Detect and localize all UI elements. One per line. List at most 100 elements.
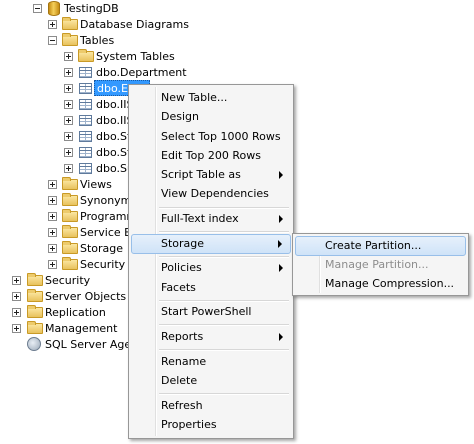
table-icon <box>79 115 92 126</box>
folder-icon <box>62 177 78 190</box>
menu-item-new-table[interactable]: New Table... <box>131 88 291 108</box>
submenu-arrow-icon <box>279 333 283 341</box>
tree-node-label: dbo.Department <box>96 65 187 79</box>
menu-item-label: Refresh <box>161 399 203 412</box>
menu-item-refresh[interactable]: Refresh <box>131 396 291 416</box>
table-icon <box>79 83 92 94</box>
table-icon <box>79 67 92 78</box>
menu-item-label: View Dependencies <box>161 187 269 200</box>
submenu-arrow-icon <box>279 264 283 272</box>
tree-node-label: Storage <box>80 241 124 255</box>
expand-toggle[interactable] <box>12 292 21 301</box>
submenu-arrow-icon <box>278 240 282 248</box>
menu-item-label: Storage <box>161 237 205 250</box>
menu-item-label: New Table... <box>161 91 228 104</box>
collapse-toggle[interactable] <box>48 36 57 45</box>
menu-item-start-powershell[interactable]: Start PowerShell <box>131 302 291 322</box>
tree-node-label: Server Objects <box>45 289 127 303</box>
sql-agent-icon <box>27 337 41 351</box>
expand-toggle[interactable] <box>64 52 73 61</box>
folder-icon <box>62 193 78 206</box>
menu-item-label: Edit Top 200 Rows <box>161 149 261 162</box>
table-icon <box>79 99 92 110</box>
menu-item-view-dependencies[interactable]: View Dependencies <box>131 184 291 204</box>
folder-icon <box>62 257 78 270</box>
tree-node-label: Tables <box>80 33 115 47</box>
menu-item-storage[interactable]: Storage <box>131 234 291 254</box>
tree-node-label: TestingDB <box>64 1 119 15</box>
menu-item-label: Rename <box>161 355 207 368</box>
submenu-arrow-icon <box>279 171 283 179</box>
menu-separator <box>159 231 289 233</box>
expand-toggle[interactable] <box>64 68 73 77</box>
expand-toggle[interactable] <box>64 100 73 109</box>
expand-toggle[interactable] <box>48 260 57 269</box>
menu-item-label: Facets <box>161 281 196 294</box>
expand-toggle[interactable] <box>64 148 73 157</box>
folder-icon <box>27 305 43 318</box>
folder-icon <box>27 289 43 302</box>
folder-icon <box>62 225 78 238</box>
expand-toggle[interactable] <box>48 196 57 205</box>
tree-node-label: System Tables <box>96 49 175 63</box>
menu-item-label: Properties <box>161 418 217 431</box>
menu-item-properties[interactable]: Properties <box>131 415 291 435</box>
expand-toggle[interactable] <box>48 244 57 253</box>
menu-separator <box>159 393 289 395</box>
folder-icon <box>27 321 43 334</box>
menu-item-label: Create Partition... <box>325 239 422 252</box>
context-menu: New Table... Design Select Top 1000 Rows… <box>128 84 294 439</box>
menu-item-script-table-as[interactable]: Script Table as <box>131 165 291 185</box>
menu-item-label: Full-Text index <box>161 212 239 225</box>
menu-item-delete[interactable]: Delete <box>131 371 291 391</box>
menu-item-design[interactable]: Design <box>131 107 291 127</box>
expand-toggle[interactable] <box>12 308 21 317</box>
tree-node-label: Security <box>80 257 126 271</box>
folder-icon <box>62 241 78 254</box>
tree-node-label: Security <box>45 273 91 287</box>
tree-node-label: Views <box>80 177 112 191</box>
folder-icon <box>62 33 78 46</box>
expand-toggle[interactable] <box>64 132 73 141</box>
expand-toggle[interactable] <box>48 20 57 29</box>
expand-toggle[interactable] <box>12 324 21 333</box>
folder-icon <box>78 49 94 62</box>
storage-submenu: Create Partition... Manage Partition... … <box>292 233 469 296</box>
tree-node-label: Management <box>45 321 118 335</box>
tree-node-label: Database Diagrams <box>80 17 189 31</box>
menu-item-create-partition[interactable]: Create Partition... <box>295 236 466 256</box>
table-icon <box>79 131 92 142</box>
menu-item-label: Reports <box>161 330 204 343</box>
menu-item-policies[interactable]: Policies <box>131 258 291 278</box>
menu-item-label: Script Table as <box>161 168 241 181</box>
table-icon <box>79 163 92 174</box>
database-icon <box>48 1 60 16</box>
expand-toggle[interactable] <box>64 84 73 93</box>
menu-item-label: Manage Compression... <box>325 277 455 290</box>
expand-toggle[interactable] <box>48 228 57 237</box>
folder-icon <box>27 273 43 286</box>
collapse-toggle[interactable] <box>33 4 42 13</box>
expand-toggle[interactable] <box>48 212 57 221</box>
expand-toggle[interactable] <box>64 164 73 173</box>
expand-toggle[interactable] <box>12 276 21 285</box>
expand-toggle[interactable] <box>64 116 73 125</box>
menu-item-manage-partition: Manage Partition... <box>295 255 466 275</box>
folder-icon <box>62 17 78 30</box>
menu-item-select-top-rows[interactable]: Select Top 1000 Rows <box>131 127 291 147</box>
folder-icon <box>62 209 78 222</box>
menu-item-reports[interactable]: Reports <box>131 327 291 347</box>
menu-separator <box>159 349 289 351</box>
menu-item-label: Policies <box>161 261 202 274</box>
tree-node-label: Replication <box>45 305 106 319</box>
menu-item-full-text-index[interactable]: Full-Text index <box>131 209 291 229</box>
menu-separator <box>159 324 289 326</box>
expand-toggle[interactable] <box>48 180 57 189</box>
menu-item-label: Manage Partition... <box>325 258 429 271</box>
menu-item-manage-compression[interactable]: Manage Compression... <box>295 274 466 294</box>
menu-item-label: Select Top 1000 Rows <box>161 130 281 143</box>
menu-item-edit-top-rows[interactable]: Edit Top 200 Rows <box>131 146 291 166</box>
submenu-arrow-icon <box>279 215 283 223</box>
menu-item-rename[interactable]: Rename <box>131 352 291 372</box>
menu-item-facets[interactable]: Facets <box>131 278 291 298</box>
